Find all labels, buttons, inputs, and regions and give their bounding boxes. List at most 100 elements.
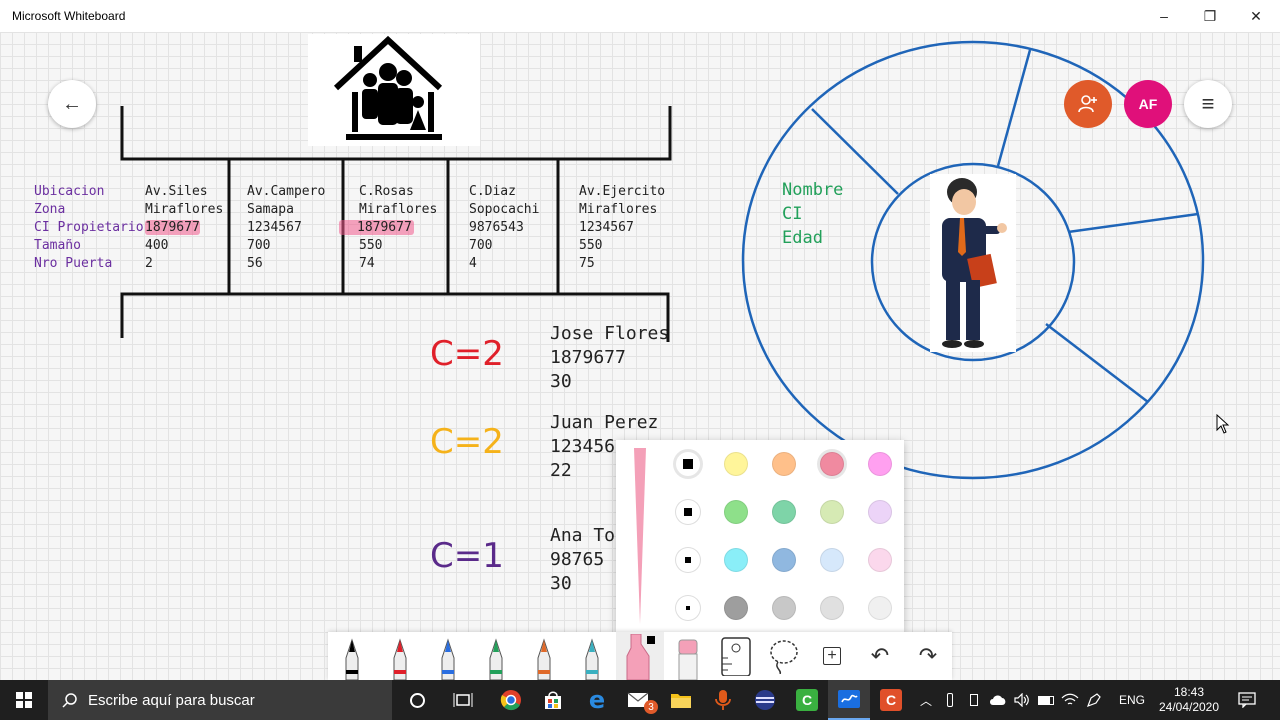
store-taskbar-icon[interactable] [532,680,574,720]
size-option-xl[interactable] [676,452,700,476]
label-nombre: Nombre [782,180,844,200]
windows-logo-icon [16,692,32,708]
ruler-icon [721,637,751,676]
battery-tray-icon[interactable] [1036,680,1056,720]
color-swatch-cyan[interactable] [724,548,748,572]
lasso-tool[interactable] [760,632,808,680]
restore-button[interactable]: ❐ [1187,0,1233,32]
color-swatch-gray[interactable] [724,596,748,620]
color-swatch-orange[interactable] [772,452,796,476]
inking-toolbar: + ↶ ↷ [328,632,952,680]
device-icon [947,693,953,707]
ruler-tool[interactable] [712,632,760,680]
show-hidden-icons-button[interactable]: ︿ [916,680,936,720]
add-content-button[interactable]: + [808,632,856,680]
usb-tray-icon[interactable] [964,680,984,720]
user-avatar[interactable]: AF [1124,80,1172,128]
highlighter-icon [626,634,655,680]
color-swatch-white[interactable] [868,596,892,620]
person-name: Jose Flores [550,323,670,344]
label-ubicacion: Ubicacion [34,184,105,199]
chrome-taskbar-icon[interactable] [490,680,532,720]
redo-icon: ↷ [918,643,938,668]
cell-puerta: 56 [247,256,263,271]
wifi-tray-icon[interactable] [1060,680,1080,720]
whiteboard-taskbar-icon[interactable] [828,680,870,720]
pen-blue[interactable] [424,632,472,680]
green-app-icon: C [796,689,818,711]
wifi-icon [1061,693,1079,705]
cortana-circle-icon [409,692,425,708]
edge-taskbar-icon[interactable]: e [576,680,618,720]
cell-ci-highlighted: 1879677 [339,220,414,235]
cell-ci: 1234567 [579,220,634,235]
color-swatch-pink-selected[interactable] [820,452,844,476]
eraser-tool[interactable] [664,632,712,680]
pen-tray-icon[interactable] [940,680,960,720]
usb-icon [970,694,978,706]
size-option-m[interactable] [676,548,700,572]
chevron-up-icon: ︿ [919,693,932,708]
notification-icon [1238,692,1256,708]
color-swatch-lime[interactable] [820,500,844,524]
invite-button[interactable] [1064,80,1112,128]
pen-black[interactable] [328,632,376,680]
pen-red[interactable] [376,632,424,680]
cell-zona: Miraflores [359,202,438,217]
cell-ci: 9876543 [469,220,524,235]
person-age: 30 [550,371,572,392]
file-explorer-taskbar-icon[interactable] [660,680,702,720]
businessman-image[interactable] [930,174,1016,352]
task-view-button[interactable] [442,680,484,720]
person-entry: Ana Tor 98765 30 [550,524,626,596]
person-entry: Jose Flores 1879677 30 [550,322,669,394]
onedrive-tray-icon[interactable] [988,680,1008,720]
start-button[interactable] [2,680,46,720]
minimize-button[interactable]: – [1141,0,1187,32]
folder-icon [671,694,691,708]
recorder-taskbar-icon[interactable]: C [870,680,912,720]
color-swatch-green[interactable] [724,500,748,524]
podcast-taskbar-icon[interactable] [702,680,744,720]
menu-button[interactable]: ≡ [1184,80,1232,128]
label-puerta: Nro Puerta [34,256,113,271]
clock[interactable]: 18:43 24/04/2020 [1152,680,1226,720]
close-button[interactable]: ✕ [1233,0,1279,32]
color-swatch-magenta[interactable] [868,452,892,476]
language-indicator[interactable]: ENG [1112,680,1152,720]
volume-tray-icon[interactable] [1012,680,1032,720]
color-swatch-light-pink[interactable] [868,548,892,572]
redo-button[interactable]: ↷ [904,632,952,680]
color-swatch-lavender[interactable] [868,500,892,524]
color-swatch-light-gray[interactable] [820,596,844,620]
taskbar-search-box[interactable]: Escribe aquí para buscar [48,680,392,720]
app-taskbar-icon[interactable] [744,680,786,720]
highlighter-selected[interactable] [616,632,664,680]
size-option-l[interactable] [676,500,700,524]
notifications-button[interactable] [1230,680,1264,720]
cell-ubicacion: Av.Campero [247,184,326,199]
camtasia-taskbar-icon[interactable]: C [786,680,828,720]
back-button[interactable]: ← [48,80,96,128]
cell-puerta: 2 [145,256,153,271]
size-option-s[interactable] [676,596,700,620]
cell-zona: Miraflores [579,202,658,217]
color-swatch-silver[interactable] [772,596,796,620]
ink-workspace-tray-icon[interactable] [1084,680,1104,720]
cell-tamano: 700 [247,238,271,253]
mail-taskbar-icon[interactable]: 3 [618,680,660,720]
undo-button[interactable]: ↶ [856,632,904,680]
cell-tamano: 550 [359,238,383,253]
edge-icon: e [588,686,606,714]
table-column: C.Diaz Sopocachi 9876543 700 4 [469,183,539,273]
pen-orange[interactable] [520,632,568,680]
count-label: C=2 [430,334,504,374]
pen-teal[interactable] [568,632,616,680]
color-swatch-blue[interactable] [772,548,796,572]
pen-green[interactable] [472,632,520,680]
color-swatch-yellow[interactable] [724,452,748,476]
color-swatch-light-blue[interactable] [820,548,844,572]
cortana-button[interactable] [396,680,438,720]
color-swatch-teal[interactable] [772,500,796,524]
cell-zona: Samapa [247,202,294,217]
